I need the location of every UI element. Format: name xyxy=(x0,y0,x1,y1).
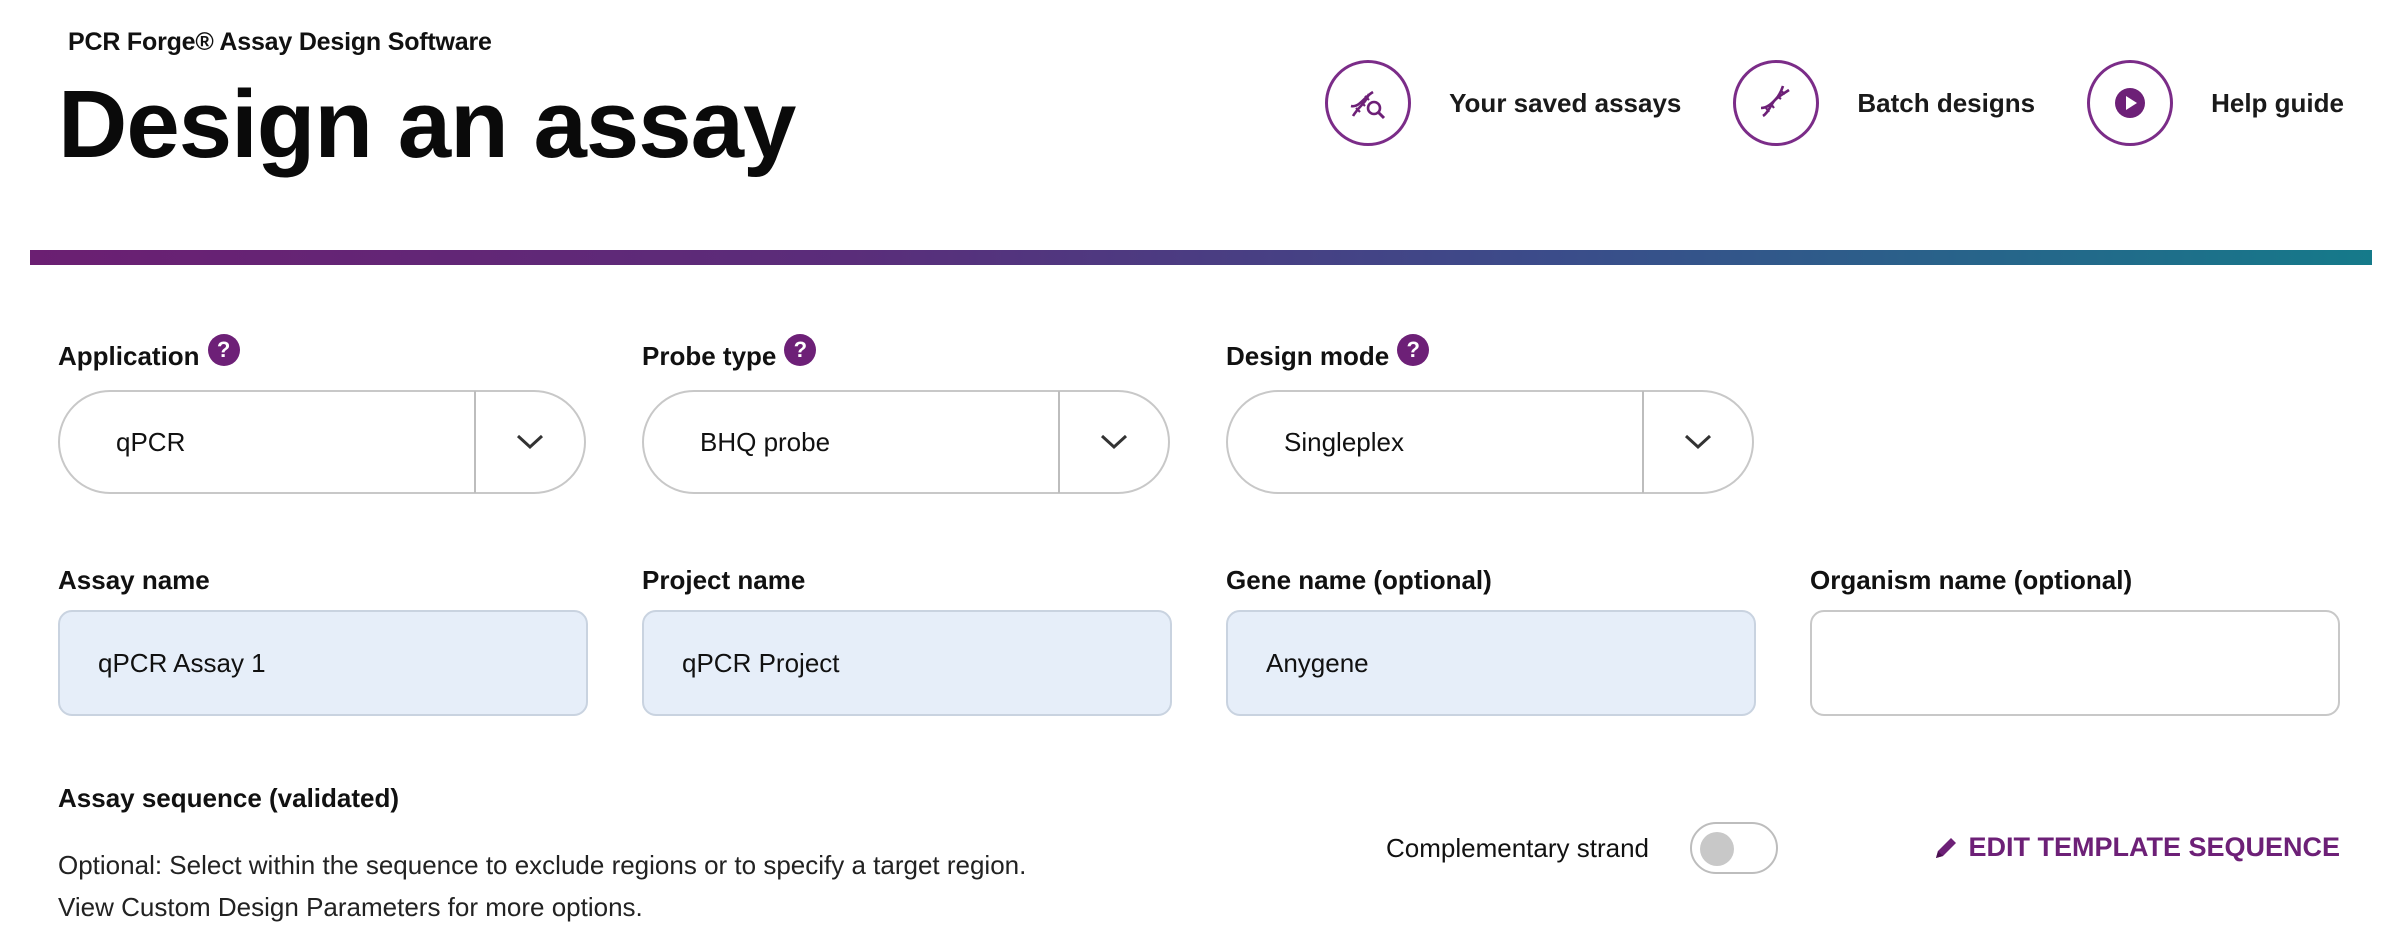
header-divider xyxy=(30,250,2372,265)
application-label: Application ? xyxy=(58,334,240,372)
nav-saved-assays[interactable]: Your saved assays xyxy=(1325,60,1681,146)
chevron-down-icon[interactable] xyxy=(1644,433,1752,451)
nav-batch-designs-circle xyxy=(1733,60,1820,146)
organism-name-label: Organism name (optional) xyxy=(1810,565,2133,595)
gene-name-label: Gene name (optional) xyxy=(1226,565,1492,595)
nav-saved-assays-label: Your saved assays xyxy=(1449,87,1682,118)
probe-type-label: Probe type ? xyxy=(642,334,817,372)
dna-search-icon xyxy=(1350,90,1386,120)
probe-type-help-icon[interactable]: ? xyxy=(784,334,817,366)
app-name: PCR Forge® Assay Design Software xyxy=(68,28,492,56)
chevron-down-icon[interactable] xyxy=(1060,433,1168,451)
assay-name-input[interactable]: qPCR Assay 1 xyxy=(58,610,588,716)
sequence-hint-line2: View Custom Design Parameters for more o… xyxy=(58,892,643,922)
pencil-icon xyxy=(1936,837,1957,858)
edit-template-sequence-button[interactable]: EDIT TEMPLATE SEQUENCE xyxy=(1932,832,2340,863)
top-nav: Your saved assays Batch designs Help gui… xyxy=(1325,58,2344,148)
play-icon xyxy=(2115,88,2146,118)
nav-saved-assays-circle xyxy=(1325,60,1412,146)
design-mode-select[interactable]: Singleplex xyxy=(1226,390,1754,494)
dna-icon xyxy=(1761,85,1791,118)
page-title: Design an assay xyxy=(58,71,796,178)
project-name-label: Project name xyxy=(642,565,806,595)
project-name-input[interactable]: qPCR Project xyxy=(642,610,1172,716)
nav-batch-designs-label: Batch designs xyxy=(1857,87,2036,118)
chevron-down-icon[interactable] xyxy=(476,433,584,451)
toggle-knob xyxy=(1700,832,1734,866)
nav-help-guide[interactable]: Help guide xyxy=(2087,60,2344,146)
application-select-value: qPCR xyxy=(116,426,186,457)
complementary-strand-toggle[interactable] xyxy=(1690,822,1778,874)
design-mode-label-text: Design mode xyxy=(1226,340,1390,371)
probe-type-label-text: Probe type xyxy=(642,340,777,371)
application-select[interactable]: qPCR xyxy=(58,390,586,494)
design-mode-label: Design mode ? xyxy=(1226,334,1430,372)
edit-template-sequence-label: EDIT TEMPLATE SEQUENCE xyxy=(1968,832,2340,862)
application-label-text: Application xyxy=(58,340,200,371)
sequence-hint-line1: Optional: Select within the sequence to … xyxy=(58,850,1027,880)
organism-name-input[interactable] xyxy=(1810,610,2340,716)
gene-name-input[interactable]: Anygene xyxy=(1226,610,1756,716)
application-help-icon[interactable]: ? xyxy=(207,334,240,366)
nav-batch-designs[interactable]: Batch designs xyxy=(1733,60,2035,146)
nav-help-guide-circle xyxy=(2087,60,2174,146)
assay-sequence-title: Assay sequence (validated) xyxy=(58,783,400,813)
design-mode-select-value: Singleplex xyxy=(1284,426,1404,457)
assay-name-label: Assay name xyxy=(58,565,210,595)
probe-type-select[interactable]: BHQ probe xyxy=(642,390,1170,494)
probe-type-select-value: BHQ probe xyxy=(700,426,831,457)
complementary-strand-label: Complementary strand xyxy=(1386,833,1649,863)
nav-help-guide-label: Help guide xyxy=(2211,87,2344,118)
design-mode-help-icon[interactable]: ? xyxy=(1397,334,1430,366)
